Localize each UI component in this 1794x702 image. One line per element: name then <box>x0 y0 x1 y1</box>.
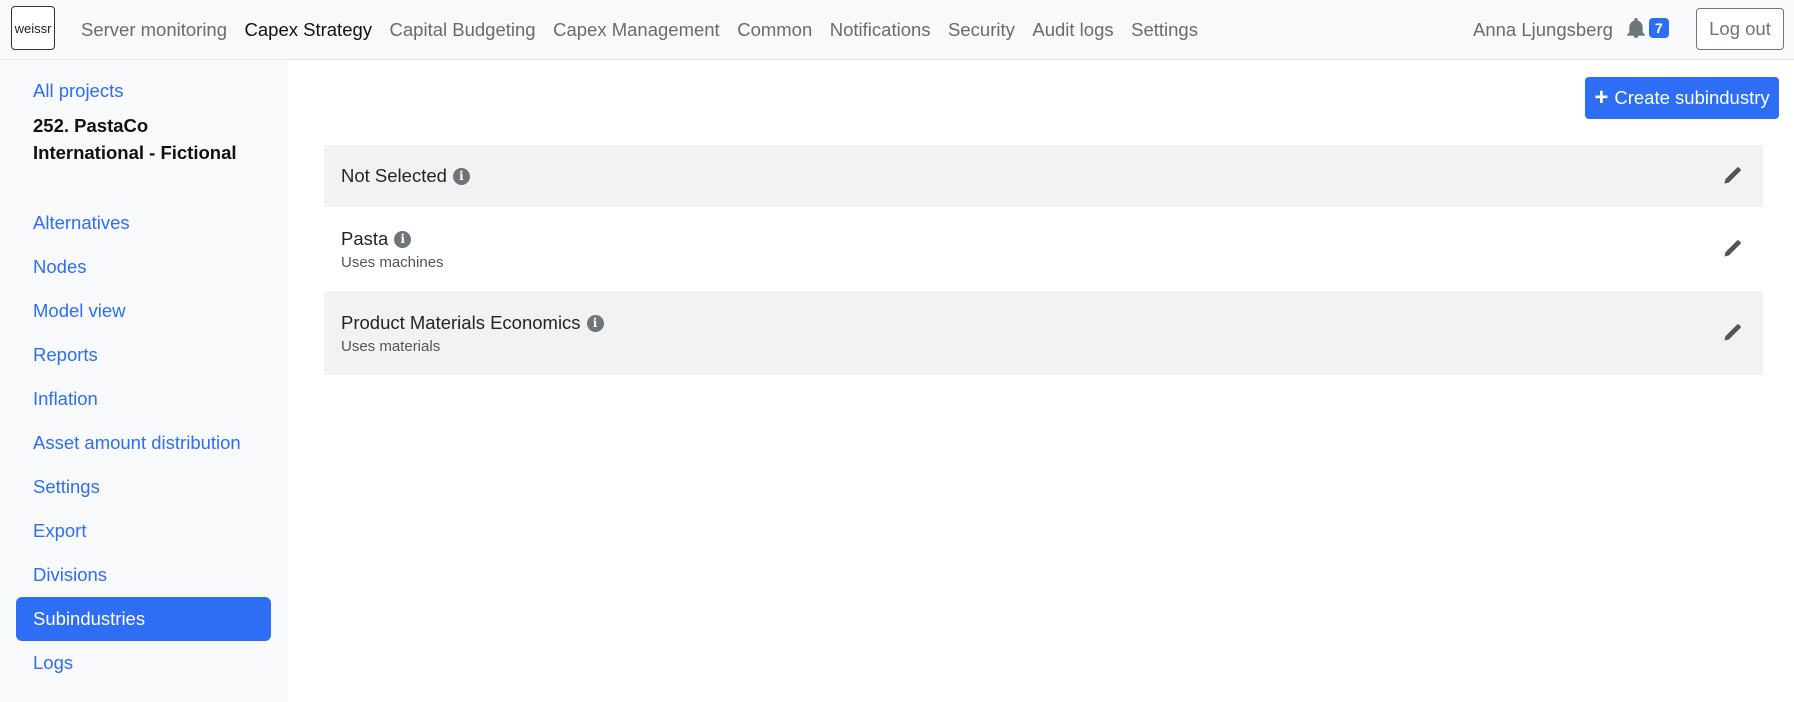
nav-link-capital-budgeting[interactable]: Capital Budgeting <box>390 19 536 41</box>
subindustry-list: Not Selected i <box>324 145 1763 207</box>
subindustry-name: Not Selected <box>341 165 447 186</box>
sidebar-item-asset-amount-distribution[interactable]: Asset amount distribution <box>16 421 271 465</box>
subindustry-description: Uses materials <box>341 338 441 355</box>
list-item: Pasta i Uses machines <box>324 207 1763 291</box>
nav-link-audit-logs[interactable]: Audit logs <box>1032 19 1113 41</box>
plus-icon: + <box>1594 84 1609 111</box>
sidebar-item-inflation[interactable]: Inflation <box>16 377 271 421</box>
top-navbar: weissr Server monitoring Capex Strategy … <box>0 0 1794 60</box>
subindustry-name: Product Materials Economics <box>341 312 581 333</box>
sidebar-item-export[interactable]: Export <box>16 509 271 553</box>
nav-link-common[interactable]: Common <box>737 19 812 41</box>
logout-button[interactable]: Log out <box>1696 8 1784 50</box>
sidebar-item-alternatives[interactable]: Alternatives <box>16 201 271 245</box>
user-name[interactable]: Anna Ljungsberg <box>1473 19 1613 41</box>
pencil-icon[interactable] <box>1722 239 1742 259</box>
info-icon[interactable]: i <box>394 230 412 248</box>
nav-link-security[interactable]: Security <box>948 19 1015 41</box>
create-subindustry-label: Create subindustry <box>1614 87 1770 108</box>
nav-link-capex-management[interactable]: Capex Management <box>553 19 720 41</box>
sidebar-item-divisions[interactable]: Divisions <box>16 553 271 597</box>
notifications-indicator[interactable]: 7 <box>1627 18 1669 38</box>
nav-link-notifications[interactable]: Notifications <box>830 19 931 41</box>
create-subindustry-button[interactable]: + Create subindustry <box>1585 77 1779 119</box>
list-item: Not Selected i <box>324 145 1763 207</box>
nav-link-settings[interactable]: Settings <box>1131 19 1198 41</box>
notification-count-badge: 7 <box>1649 18 1669 38</box>
bell-icon <box>1627 18 1645 38</box>
sidebar-item-subindustries[interactable]: Subindustries <box>16 597 271 641</box>
project-title: 252. PastaCo International - Fictional <box>33 115 237 163</box>
info-icon[interactable]: i <box>586 314 604 332</box>
sidebar-item-settings[interactable]: Settings <box>16 465 271 509</box>
sidebar-item-nodes[interactable]: Nodes <box>16 245 271 289</box>
nav-link-server-monitoring[interactable]: Server monitoring <box>81 19 227 41</box>
logo[interactable]: weissr <box>11 6 55 50</box>
sidebar-item-logs[interactable]: Logs <box>16 641 271 685</box>
all-projects-link[interactable]: All projects <box>33 80 123 102</box>
main-nav: Server monitoring Capex Strategy Capital… <box>81 0 1215 60</box>
pencil-icon[interactable] <box>1722 166 1742 186</box>
subindustry-description: Uses machines <box>341 254 444 271</box>
pencil-icon[interactable] <box>1722 323 1742 343</box>
list-item: Product Materials Economics i Uses mater… <box>324 291 1763 375</box>
sidebar-item-model-view[interactable]: Model view <box>16 289 271 333</box>
info-icon[interactable]: i <box>452 167 470 185</box>
nav-link-capex-strategy[interactable]: Capex Strategy <box>245 19 373 41</box>
subindustry-name: Pasta <box>341 228 389 249</box>
sidebar: All projects 252. PastaCo International … <box>0 61 288 702</box>
sidebar-item-reports[interactable]: Reports <box>16 333 271 377</box>
